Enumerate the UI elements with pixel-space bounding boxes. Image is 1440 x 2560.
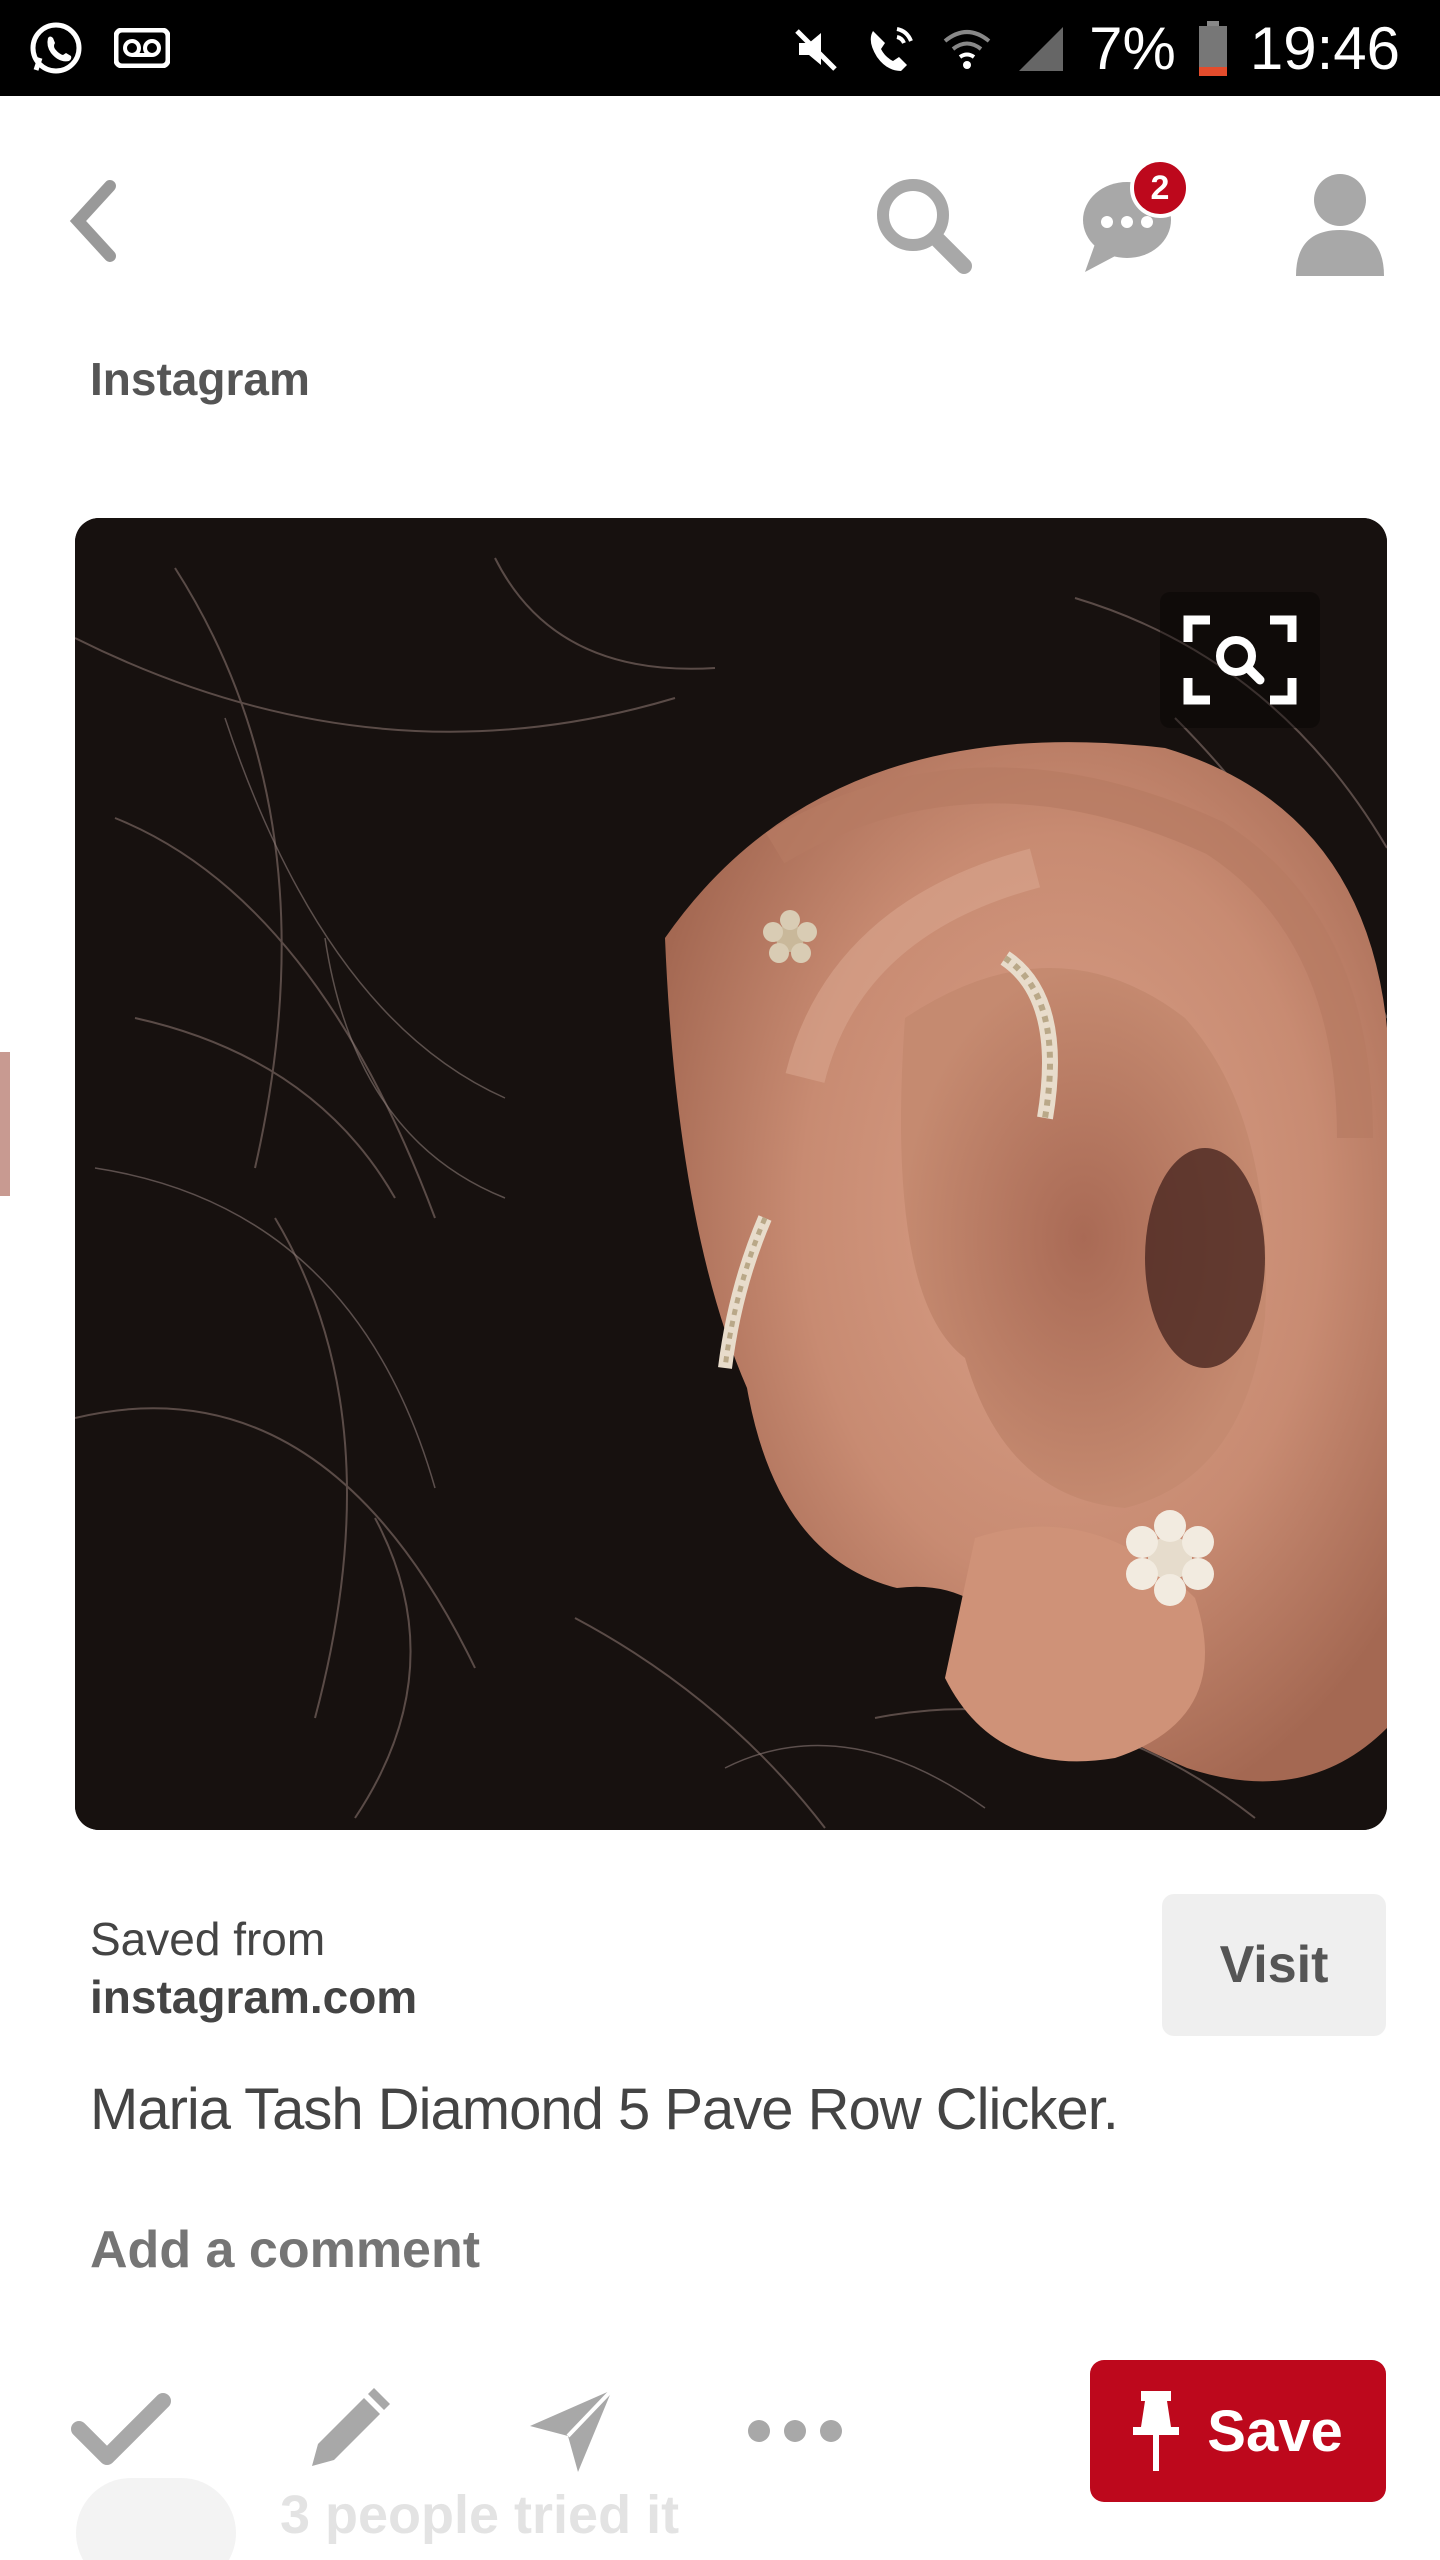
battery-percent: 7%	[1089, 15, 1176, 82]
visual-search-button[interactable]	[1160, 592, 1320, 728]
voicemail-icon	[114, 28, 170, 68]
side-edge-tab[interactable]	[0, 1052, 10, 1196]
comment-input[interactable]	[90, 2210, 1090, 2290]
saved-from-label: Saved from	[90, 1913, 326, 1965]
pin-source-name[interactable]: Instagram	[90, 352, 310, 406]
more-icon	[748, 2420, 842, 2442]
status-bar: 7% 19:46	[0, 0, 1440, 96]
visit-button[interactable]: Visit	[1162, 1894, 1386, 2036]
message-count-badge: 2	[1130, 158, 1190, 218]
pin-description: Maria Tash Diamond 5 Pave Row Clicker.	[90, 2077, 1119, 2142]
checkmark-icon	[71, 2393, 171, 2465]
back-arrow-icon	[69, 180, 116, 262]
send-icon	[530, 2388, 614, 2472]
tried-it-count: 3 people tried it	[280, 2485, 680, 2545]
signal-icon	[1015, 23, 1067, 75]
tried-it-row: 3 people tried it	[76, 2468, 776, 2560]
save-label: Save	[1207, 2398, 1343, 2464]
save-button[interactable]: Save	[1090, 2360, 1386, 2502]
wifi-calling-icon	[863, 21, 919, 77]
profile-icon	[1296, 174, 1384, 276]
avatar	[76, 2478, 236, 2560]
search-icon	[877, 179, 972, 274]
status-time: 19:46	[1249, 15, 1400, 82]
search-button[interactable]	[868, 170, 978, 280]
back-button[interactable]	[60, 176, 140, 266]
wifi-icon	[941, 23, 993, 75]
profile-button[interactable]	[1290, 170, 1390, 280]
pencil-icon	[312, 2388, 390, 2466]
mute-icon	[793, 25, 841, 73]
saved-from-domain[interactable]: instagram.com	[90, 1970, 417, 2024]
pin-icon	[1133, 2391, 1180, 2471]
battery-icon	[1198, 20, 1228, 77]
whatsapp-icon	[28, 20, 84, 76]
visual-search-icon	[1160, 592, 1320, 728]
